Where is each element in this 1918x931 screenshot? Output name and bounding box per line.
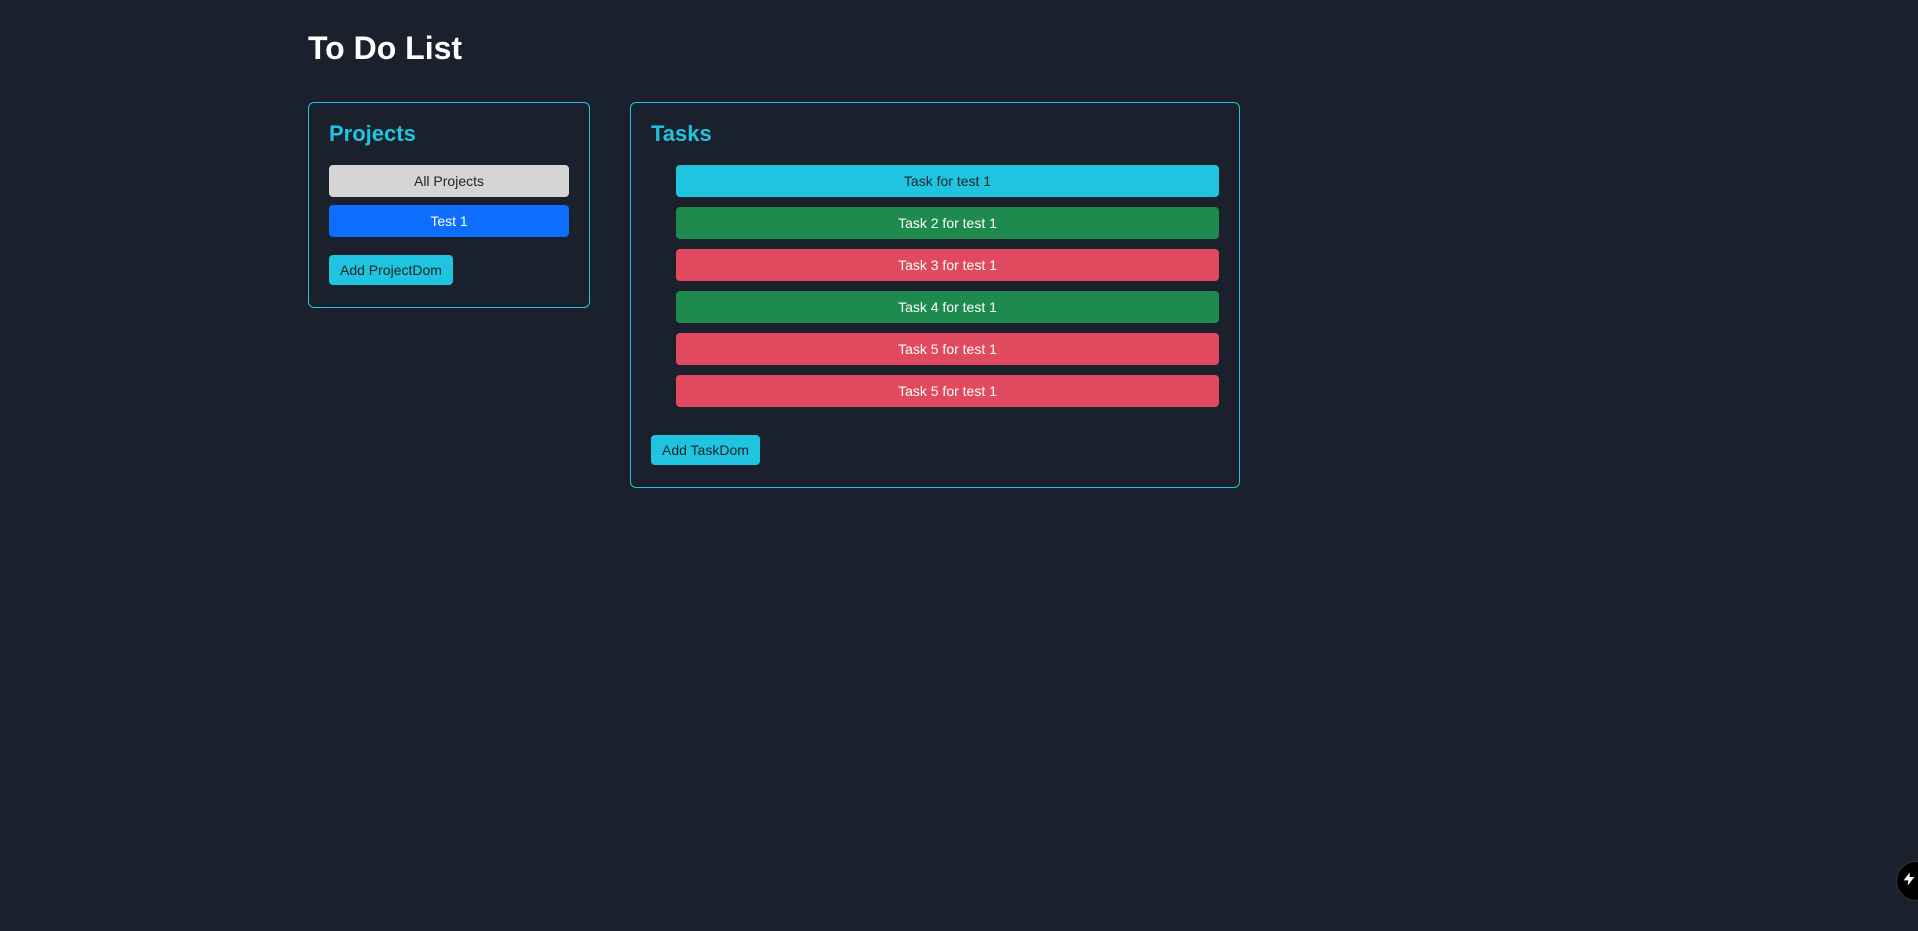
task-item[interactable]: Task 2 for test 1 <box>676 207 1219 239</box>
projects-list: All Projects Test 1 <box>329 165 569 237</box>
projects-panel: Projects All Projects Test 1 Add Project… <box>308 102 590 308</box>
task-item[interactable]: Task 5 for test 1 <box>676 375 1219 407</box>
project-item[interactable]: Test 1 <box>329 205 569 237</box>
add-project-button[interactable]: Add ProjectDom <box>329 255 453 285</box>
add-task-button[interactable]: Add TaskDom <box>651 435 760 465</box>
tasks-panel: Tasks Task for test 1 Task 2 for test 1 … <box>630 102 1240 488</box>
floating-action-button[interactable] <box>1896 861 1918 901</box>
project-item-all[interactable]: All Projects <box>329 165 569 197</box>
task-item[interactable]: Task 3 for test 1 <box>676 249 1219 281</box>
page-title: To Do List <box>308 30 1918 67</box>
task-item[interactable]: Task for test 1 <box>676 165 1219 197</box>
tasks-heading: Tasks <box>651 121 1219 147</box>
projects-heading: Projects <box>329 121 569 147</box>
lightning-icon <box>1915 871 1917 892</box>
task-item[interactable]: Task 4 for test 1 <box>676 291 1219 323</box>
task-item[interactable]: Task 5 for test 1 <box>676 333 1219 365</box>
tasks-list: Task for test 1 Task 2 for test 1 Task 3… <box>651 165 1219 407</box>
